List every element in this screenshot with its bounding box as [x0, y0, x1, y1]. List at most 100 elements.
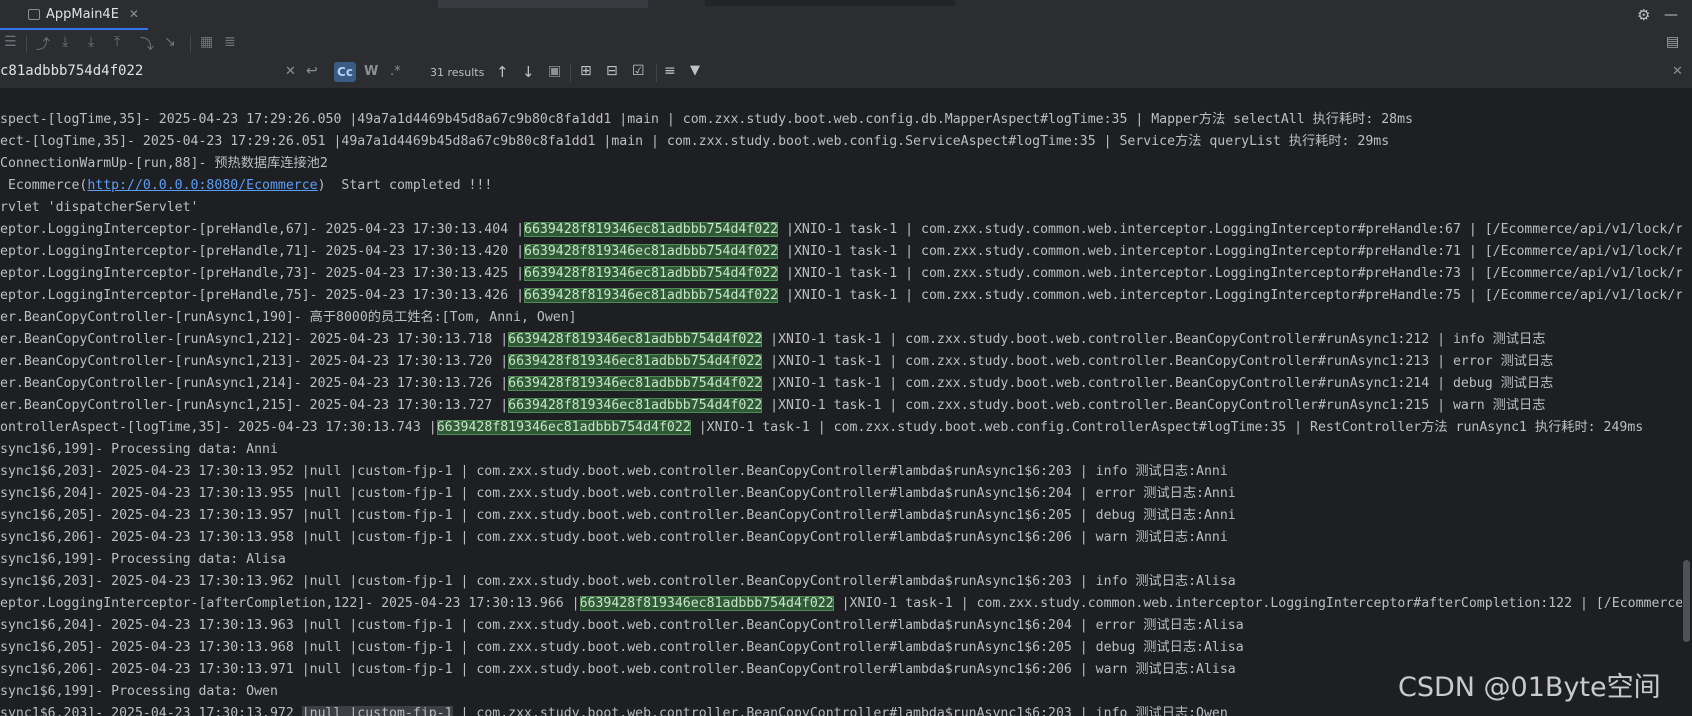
soft-wrap-icon[interactable]: ⤴ [36, 34, 50, 54]
layout-icon[interactable]: ▤ [1666, 34, 1679, 50]
log-text: |XNIO-1 task-1 | com.zxx.study.boot.web.… [762, 398, 1546, 413]
hide-icon[interactable]: — [1664, 7, 1678, 23]
log-link[interactable]: http://0.0.0.0:8080/Ecommerce [87, 178, 317, 193]
selection-highlight: |null |custom-fjp-1 [301, 706, 453, 716]
scroll-to-end-icon[interactable]: ⤓ [62, 34, 68, 50]
upload-icon[interactable]: ⤒ [114, 34, 120, 50]
match-case-toggle[interactable]: Cc [334, 62, 356, 82]
log-lines: spect-[logTime,35]- 2025-04-23 17:29:26.… [0, 109, 1682, 716]
log-text: sync1$6,204]- 2025-04-23 17:30:13.963 |n… [0, 618, 1244, 633]
log-text: |XNIO-1 task-1 | com.zxx.study.common.we… [778, 266, 1682, 281]
regex-toggle[interactable]: .* [390, 64, 401, 79]
step-icon[interactable]: ⤵ [140, 34, 154, 54]
log-line: Ecommerce(http://0.0.0.0:8080/Ecommerce)… [0, 175, 1682, 197]
log-line: er.BeanCopyController-[runAsync1,212]- 2… [0, 329, 1682, 351]
log-line: er.BeanCopyController-[runAsync1,190]- 高… [0, 307, 1682, 329]
toolbar-separator [26, 35, 27, 53]
settings-list-icon[interactable]: ≣ [224, 34, 236, 50]
log-text: |XNIO-1 task-1 | com.zxx.study.common.we… [778, 288, 1682, 303]
log-text: eptor.LoggingInterceptor-[preHandle,73]-… [0, 266, 525, 281]
log-text: sync1$6,204]- 2025-04-23 17:30:13.955 |n… [0, 486, 1236, 501]
table-icon[interactable]: ▦ [200, 34, 213, 50]
background-window-strip [705, 0, 955, 6]
log-line: sync1$6,205]- 2025-04-23 17:30:13.968 |n… [0, 637, 1682, 659]
settings-icon[interactable]: ⚙ [1637, 6, 1650, 24]
log-text: |XNIO-1 task-1 | com.zxx.study.boot.web.… [762, 354, 1554, 369]
select-all-icon[interactable]: ☑ [632, 63, 645, 79]
run-config-icon [28, 9, 40, 20]
download-icon[interactable]: ⤓ [88, 34, 94, 50]
log-text: |XNIO-1 task-1 | com.zxx.study.boot.web.… [690, 420, 1644, 435]
search-match-highlight: 6639428f819346ec81adbbb754d4f022 [524, 288, 779, 303]
log-text: spect-[logTime,35]- 2025-04-23 17:29:26.… [0, 112, 1413, 127]
log-text: er.BeanCopyController-[runAsync1,214]- 2… [0, 376, 509, 391]
find-query-text: c81adbbb754d4f022 [0, 63, 144, 79]
add-selection-icon[interactable]: ⊞ [580, 63, 592, 79]
menu-icon[interactable]: ☰ [4, 34, 17, 50]
close-find-icon[interactable]: ✕ [1672, 64, 1683, 79]
log-text: sync1$6,206]- 2025-04-23 17:30:13.971 |n… [0, 662, 1236, 677]
log-text: ConnectionWarmUp-[run,88]- 预热数据库连接池2 [0, 156, 328, 171]
log-line: er.BeanCopyController-[runAsync1,215]- 2… [0, 395, 1682, 417]
next-occurrence-icon[interactable]: ↓ [522, 63, 535, 81]
find-input[interactable]: c81adbbb754d4f022 [0, 58, 310, 88]
console-output[interactable]: spect-[logTime,35]- 2025-04-23 17:29:26.… [0, 89, 1682, 716]
find-separator [656, 64, 657, 82]
search-match-highlight: 6639428f819346ec81adbbb754d4f022 [508, 398, 763, 413]
log-text: eptor.LoggingInterceptor-[afterCompletio… [0, 596, 580, 611]
tab-label: AppMain4E [46, 6, 119, 22]
log-line: eptor.LoggingInterceptor-[afterCompletio… [0, 593, 1682, 615]
log-text: er.BeanCopyController-[runAsync1,213]- 2… [0, 354, 509, 369]
log-line: er.BeanCopyController-[runAsync1,214]- 2… [0, 373, 1682, 395]
log-line: sync1$6,204]- 2025-04-23 17:30:13.963 |n… [0, 615, 1682, 637]
log-line: ontrollerAspect-[logTime,35]- 2025-04-23… [0, 417, 1682, 439]
toolbar-separator [190, 35, 191, 53]
log-text: |XNIO-1 task-1 | com.zxx.study.common.we… [778, 244, 1682, 259]
log-line: spect-[logTime,35]- 2025-04-23 17:29:26.… [0, 109, 1682, 131]
log-line: eptor.LoggingInterceptor-[preHandle,71]-… [0, 241, 1682, 263]
clear-search-icon[interactable]: ✕ [285, 64, 296, 79]
search-match-highlight: 6639428f819346ec81adbbb754d4f022 [508, 332, 763, 347]
log-text: |XNIO-1 task-1 | com.zxx.study.common.we… [778, 222, 1682, 237]
log-line: eptor.LoggingInterceptor-[preHandle,73]-… [0, 263, 1682, 285]
watermark: CSDN @01Byte空间 [1398, 672, 1661, 703]
log-line: ConnectionWarmUp-[run,88]- 预热数据库连接池2 [0, 153, 1682, 175]
words-toggle[interactable]: W [364, 64, 378, 79]
log-text: | com.zxx.study.boot.web.controller.Bean… [452, 706, 1228, 716]
find-separator [570, 64, 571, 82]
log-text: sync1$6,206]- 2025-04-23 17:30:13.958 |n… [0, 530, 1228, 545]
filter-lines-icon[interactable]: ≡ [664, 63, 676, 79]
log-text: |XNIO-1 task-1 | com.zxx.study.boot.web.… [762, 376, 1554, 391]
scrollbar-thumb[interactable] [1683, 560, 1690, 642]
previous-occurrence-icon[interactable]: ↑ [496, 63, 509, 81]
log-text: sync1$6,203]- 2025-04-23 17:30:13.952 |n… [0, 464, 1228, 479]
close-tab-icon[interactable]: ✕ [129, 7, 139, 21]
log-text: eptor.LoggingInterceptor-[preHandle,67]-… [0, 222, 525, 237]
log-text: sync1$6,199]- Processing data: Owen [0, 684, 278, 699]
log-text: er.BeanCopyController-[runAsync1,190]- 高… [0, 310, 577, 325]
log-line: rvlet 'dispatcherServlet' [0, 197, 1682, 219]
tab-appmain4e[interactable]: AppMain4E ✕ [0, 0, 148, 30]
log-text: Ecommerce( [0, 178, 88, 193]
step-out-icon[interactable]: ↘ [164, 34, 176, 50]
history-icon[interactable]: ↩ [306, 63, 318, 79]
log-line: er.BeanCopyController-[runAsync1,213]- 2… [0, 351, 1682, 373]
log-line: sync1$6,199]- Processing data: Anni [0, 439, 1682, 461]
filter-icon[interactable]: ▼ [690, 63, 700, 78]
log-line: sync1$6,204]- 2025-04-23 17:30:13.955 |n… [0, 483, 1682, 505]
log-line: eptor.LoggingInterceptor-[preHandle,67]-… [0, 219, 1682, 241]
search-match-highlight: 6639428f819346ec81adbbb754d4f022 [436, 420, 691, 435]
select-all-occurrences-icon[interactable]: ▣ [548, 63, 561, 79]
log-text: er.BeanCopyController-[runAsync1,212]- 2… [0, 332, 509, 347]
log-line: sync1$6,205]- 2025-04-23 17:30:13.957 |n… [0, 505, 1682, 527]
search-match-highlight: 6639428f819346ec81adbbb754d4f022 [508, 376, 763, 391]
remove-selection-icon[interactable]: ⊟ [606, 63, 618, 79]
results-count: 31 results [430, 66, 485, 79]
search-match-highlight: 6639428f819346ec81adbbb754d4f022 [524, 266, 779, 281]
find-bar: c81adbbb754d4f022 ✕ ↩ Cc W .* 31 results… [0, 58, 1692, 89]
search-match-highlight: 6639428f819346ec81adbbb754d4f022 [508, 354, 763, 369]
log-text: eptor.LoggingInterceptor-[preHandle,75]-… [0, 288, 525, 303]
search-match-highlight: 6639428f819346ec81adbbb754d4f022 [524, 244, 779, 259]
log-line: sync1$6,199]- Processing data: Alisa [0, 549, 1682, 571]
log-line: ect-[logTime,35]- 2025-04-23 17:29:26.05… [0, 131, 1682, 153]
